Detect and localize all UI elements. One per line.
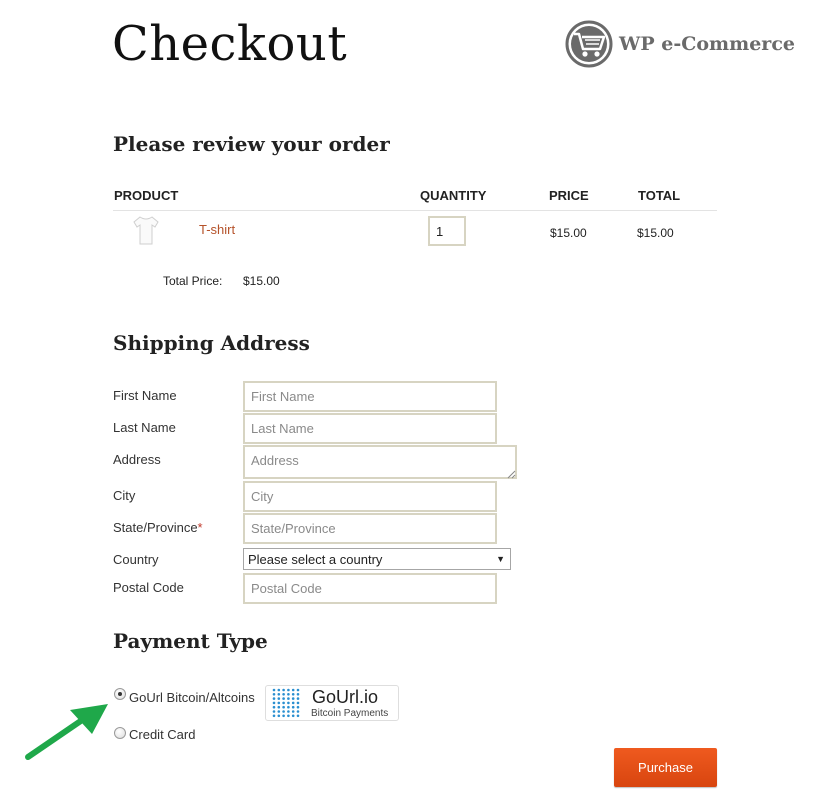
dropdown-caret-icon: ▼ <box>496 554 505 564</box>
gourl-logo-dot <box>287 714 290 718</box>
gourl-radio[interactable] <box>114 688 126 700</box>
state-label: State/Province* <box>113 520 203 535</box>
first-name-label: First Name <box>113 388 177 403</box>
gourl-logo-dot <box>287 710 290 713</box>
last-name-field[interactable] <box>243 413 497 444</box>
last-name-label: Last Name <box>113 420 176 435</box>
gourl-logo-dot <box>296 688 300 692</box>
credit-card-option-label[interactable]: Credit Card <box>129 727 195 742</box>
state-field[interactable] <box>243 513 497 544</box>
brand-logo-link[interactable]: WP e-Commerce <box>565 20 795 68</box>
shipping-heading: Shipping Address <box>113 331 310 355</box>
gourl-logo-dot <box>287 688 290 692</box>
column-header-price: PRICE <box>549 188 589 203</box>
gourl-logo-dot <box>287 701 290 705</box>
purchase-button[interactable]: Purchase <box>614 748 717 787</box>
postal-code-label: Postal Code <box>113 580 184 595</box>
gourl-logo-dot <box>272 688 276 692</box>
column-header-total: TOTAL <box>638 188 681 203</box>
gourl-logo-dot <box>277 693 281 696</box>
review-heading: Please review your order <box>113 132 390 156</box>
city-label: City <box>113 488 136 503</box>
gourl-badge-name: GoUrl.io <box>312 687 379 707</box>
gourl-logo-dot <box>291 714 295 718</box>
gourl-logo-dot <box>282 710 285 713</box>
gourl-logo-dot <box>296 693 300 696</box>
gourl-logo-dot <box>291 710 295 713</box>
gourl-logo-dot <box>272 705 276 709</box>
item-total: $15.00 <box>637 226 674 240</box>
textarea-resize-handle[interactable] <box>506 469 516 479</box>
required-asterisk: * <box>197 520 203 535</box>
gourl-logo-dot <box>277 710 281 713</box>
gourl-logo-dot <box>277 714 281 718</box>
gourl-logo-dot <box>277 688 281 692</box>
product-link[interactable]: T-shirt <box>199 222 235 237</box>
gourl-logo-icon <box>272 688 300 718</box>
gourl-logo-dot <box>277 697 281 700</box>
column-header-quantity: QUANTITY <box>420 188 487 203</box>
gourl-badge: GoUrl.io Bitcoin Payments <box>265 685 399 721</box>
gourl-logo-dot <box>282 705 285 709</box>
gourl-logo-dot <box>296 697 300 700</box>
table-divider <box>113 210 717 211</box>
country-select[interactable]: Please select a country ▼ <box>243 548 511 570</box>
page-title: Checkout <box>112 16 348 72</box>
column-header-product: PRODUCT <box>114 188 179 203</box>
postal-code-field[interactable] <box>243 573 497 604</box>
gourl-logo-dot <box>272 693 276 696</box>
gourl-logo-dot <box>296 701 300 705</box>
shopping-cart-icon <box>565 20 613 68</box>
gourl-logo-dot <box>291 688 295 692</box>
gourl-logo-dot <box>272 714 276 718</box>
gourl-logo-dot <box>287 697 290 700</box>
city-field[interactable] <box>243 481 497 512</box>
gourl-logo-dot <box>282 701 285 705</box>
gourl-badge-tagline: Bitcoin Payments <box>311 708 389 719</box>
gourl-logo-dot <box>272 701 276 705</box>
gourl-logo-dot <box>287 705 290 709</box>
gourl-logo-dot <box>272 697 276 700</box>
gourl-option-label[interactable]: GoUrl Bitcoin/Altcoins <box>129 690 255 705</box>
country-selected-value: Please select a country <box>248 551 383 567</box>
gourl-logo-dot <box>291 701 295 705</box>
total-price-value: $15.00 <box>243 274 280 288</box>
item-price: $15.00 <box>550 226 587 240</box>
address-label: Address <box>113 452 161 467</box>
quantity-input[interactable] <box>428 216 466 246</box>
gourl-logo-dot <box>291 693 295 696</box>
gourl-logo-dot <box>282 688 285 692</box>
address-field[interactable] <box>243 445 517 479</box>
gourl-logo-dot <box>291 697 295 700</box>
gourl-logo-dot <box>296 705 300 709</box>
credit-card-radio[interactable] <box>114 727 126 739</box>
brand-name: WP e-Commerce <box>619 33 795 55</box>
gourl-logo-dot <box>277 705 281 709</box>
tshirt-thumbnail <box>133 216 159 245</box>
gourl-logo-dot <box>296 710 300 713</box>
gourl-logo-dot <box>282 714 285 718</box>
payment-heading: Payment Type <box>113 629 268 653</box>
gourl-logo-dot <box>272 710 276 713</box>
gourl-logo-dot <box>291 705 295 709</box>
country-label: Country <box>113 552 159 567</box>
first-name-field[interactable] <box>243 381 497 412</box>
total-price-label: Total Price: <box>163 274 223 288</box>
gourl-logo-dot <box>282 693 285 696</box>
gourl-logo-dot <box>287 693 290 696</box>
gourl-logo-dot <box>296 714 300 718</box>
annotation-arrow-icon <box>25 704 108 760</box>
gourl-logo-dot <box>277 701 281 705</box>
gourl-logo-dot <box>282 697 285 700</box>
state-label-text: State/Province <box>113 520 198 535</box>
